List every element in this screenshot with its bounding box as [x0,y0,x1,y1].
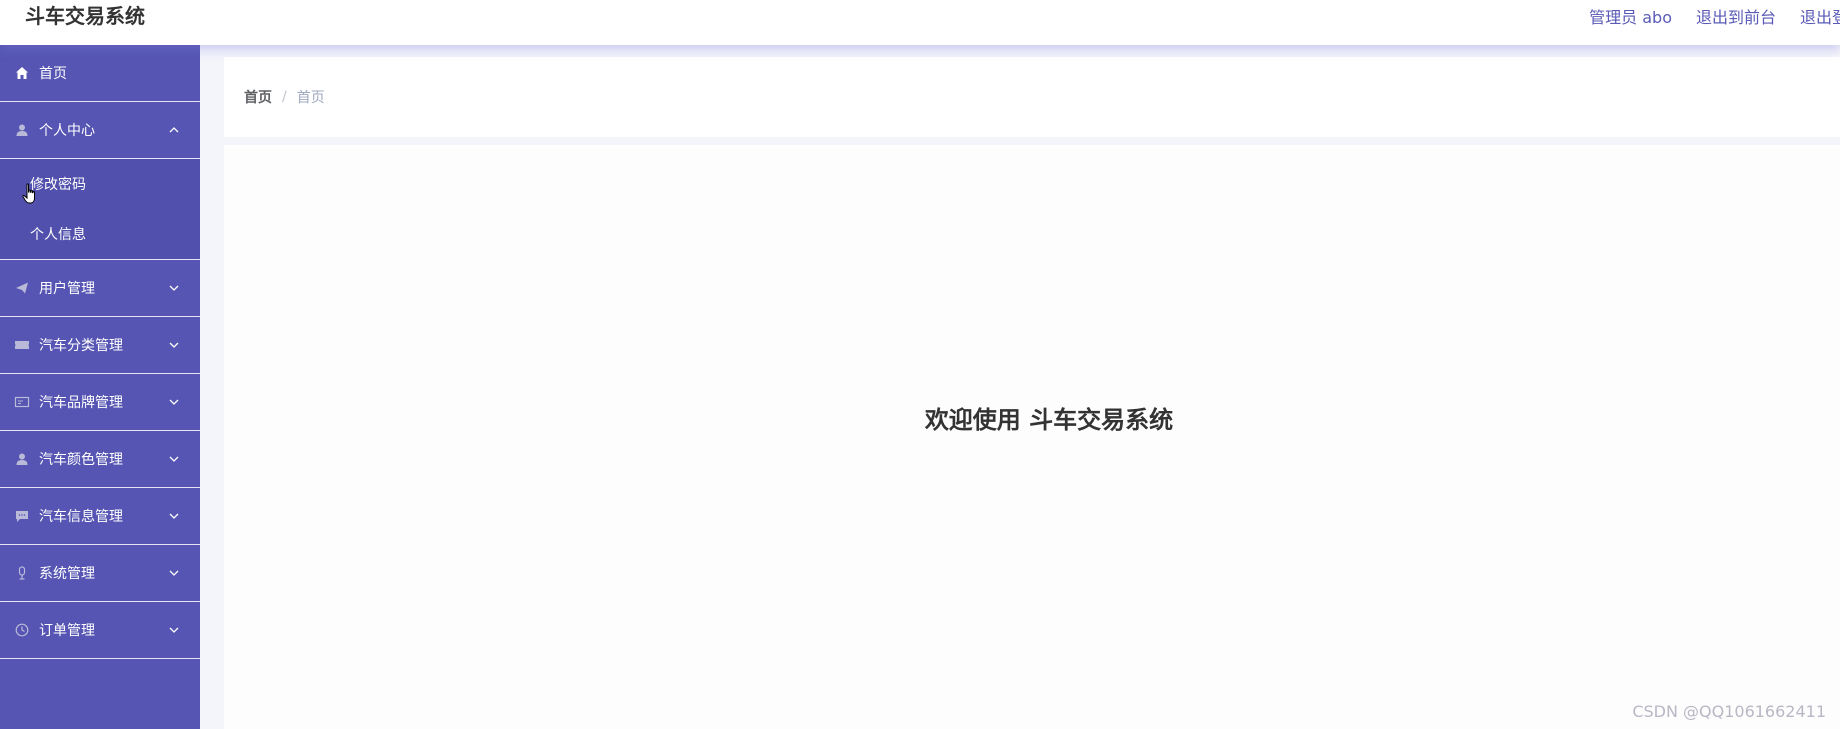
ticket-icon [14,337,30,353]
hand-cursor-icon [22,183,35,204]
welcome-panel: 欢迎使用 斗车交易系统 [224,145,1840,729]
sidebar-item-label: 汽车品牌管理 [39,395,123,411]
clock-icon [14,622,30,638]
sidebar-item-car-info[interactable]: 汽车信息管理 [0,488,200,545]
breadcrumb-home-link[interactable]: 首页 [244,87,272,107]
sidebar-item-system[interactable]: 系统管理 [0,545,200,602]
sidebar-item-label: 订单管理 [39,623,95,639]
user-icon [14,122,30,138]
sidebar-item-label: 首页 [39,66,67,82]
sidebar-item-label: 汽车信息管理 [39,509,123,525]
sidebar-item-label: 个人中心 [39,123,95,139]
sidebar-item-orders[interactable]: 订单管理 [0,602,200,659]
submenu-personal-center: 修改密码 个人信息 [0,159,200,260]
exit-to-front-link[interactable]: 退出到前台 [1696,4,1776,28]
mic-icon [14,565,30,581]
sidebar-item-home[interactable]: 首页 [0,45,200,102]
app-title: 斗车交易系统 [25,4,145,28]
breadcrumb: 首页 / 首页 [224,57,1840,137]
user-icon [14,451,30,467]
main-content: 首页 / 首页 欢迎使用 斗车交易系统 [200,45,1840,729]
top-header: 斗车交易系统 管理员 abo 退出到前台 退出登录 [0,0,1840,45]
sidebar-item-car-category[interactable]: 汽车分类管理 [0,317,200,374]
chevron-up-icon [169,127,179,133]
welcome-heading: 欢迎使用 斗车交易系统 [924,406,1174,434]
watermark-text: CSDN @QQ1061662411 [1632,702,1826,721]
sidebar-item-label: 用户管理 [39,281,95,297]
chevron-down-icon [169,627,179,633]
send-icon [14,280,30,296]
card-icon [14,394,30,410]
chevron-down-icon [169,513,179,519]
breadcrumb-separator: / [282,89,287,105]
home-icon [14,65,30,81]
admin-user-label: 管理员 abo [1589,8,1672,27]
breadcrumb-current: 首页 [296,90,325,106]
sidebar-item-label: 系统管理 [39,566,95,582]
logout-link[interactable]: 退出登录 [1800,4,1840,28]
chevron-down-icon [169,285,179,291]
sidebar-item-car-brand[interactable]: 汽车品牌管理 [0,374,200,431]
chevron-down-icon [169,399,179,405]
sidebar-item-user-management[interactable]: 用户管理 [0,260,200,317]
sidebar-item-personal-center[interactable]: 个人中心 [0,102,200,159]
sidebar-item-label: 汽车分类管理 [39,338,123,354]
sidebar: 首页 个人中心 修改密码 个人信息 用户管理 汽车分类管理 汽车品牌管理 汽车颜… [0,45,200,729]
chevron-down-icon [169,342,179,348]
chevron-down-icon [169,456,179,462]
header-links: 管理员 abo 退出到前台 退出登录 [1589,4,1840,28]
sidebar-subitem-personal-info[interactable]: 个人信息 [0,209,200,259]
sidebar-item-car-color[interactable]: 汽车颜色管理 [0,431,200,488]
chevron-down-icon [169,570,179,576]
chat-icon [14,508,30,524]
sidebar-item-label: 汽车颜色管理 [39,452,123,468]
